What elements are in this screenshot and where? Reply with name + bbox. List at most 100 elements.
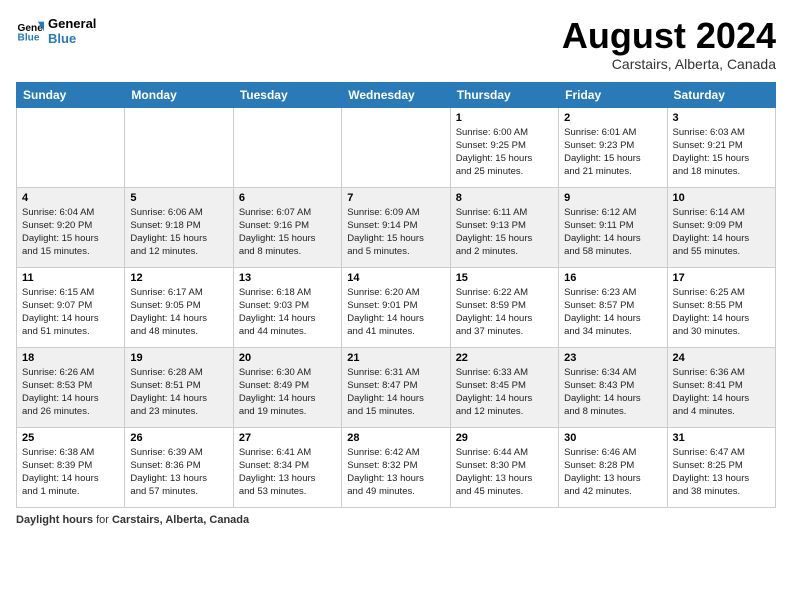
- day-number: 31: [673, 432, 770, 444]
- day-cell: 3 Sunrise: 6:03 AMSunset: 9:21 PMDaylight…: [667, 107, 775, 187]
- calendar-title: August 2024: [562, 16, 776, 56]
- day-info: Sunrise: 6:36 AMSunset: 8:41 PMDaylight:…: [673, 366, 770, 419]
- col-header-wednesday: Wednesday: [342, 82, 450, 107]
- col-header-thursday: Thursday: [450, 82, 558, 107]
- week-row-1: 1Sunrise: 6:00 AMSunset: 9:25 PMDaylight…: [17, 107, 776, 187]
- day-cell: 22 Sunrise: 6:33 AMSunset: 8:45 PMDayligh…: [450, 347, 558, 427]
- logo-text-blue: Blue: [48, 31, 96, 46]
- day-cell: 15 Sunrise: 6:22 AMSunset: 8:59 PMDayligh…: [450, 267, 558, 347]
- day-number: 25: [22, 432, 119, 444]
- day-cell: 21 Sunrise: 6:31 AMSunset: 8:47 PMDayligh…: [342, 347, 450, 427]
- day-number: 23: [564, 352, 661, 364]
- day-number: 13: [239, 272, 336, 284]
- day-number: 26: [130, 432, 227, 444]
- week-row-4: 18 Sunrise: 6:26 AMSunset: 8:53 PMDayligh…: [17, 347, 776, 427]
- day-cell: 30 Sunrise: 6:46 AMSunset: 8:28 PMDayligh…: [559, 427, 667, 507]
- day-number: 19: [130, 352, 227, 364]
- day-info: Sunrise: 6:04 AMSunset: 9:20 PMDaylight:…: [22, 206, 119, 259]
- day-number: 22: [456, 352, 553, 364]
- col-header-monday: Monday: [125, 82, 233, 107]
- day-info: Sunrise: 6:22 AMSunset: 8:59 PMDaylight:…: [456, 286, 553, 339]
- day-info: Sunrise: 6:38 AMSunset: 8:39 PMDaylight:…: [22, 446, 119, 499]
- logo-icon: General Blue: [16, 17, 44, 45]
- svg-text:Blue: Blue: [18, 32, 40, 43]
- day-info: Sunrise: 6:47 AMSunset: 8:25 PMDaylight:…: [673, 446, 770, 499]
- col-header-friday: Friday: [559, 82, 667, 107]
- day-number: 15: [456, 272, 553, 284]
- day-info: Sunrise: 6:11 AMSunset: 9:13 PMDaylight:…: [456, 206, 553, 259]
- day-cell: 24 Sunrise: 6:36 AMSunset: 8:41 PMDayligh…: [667, 347, 775, 427]
- day-info: Sunrise: 6:41 AMSunset: 8:34 PMDaylight:…: [239, 446, 336, 499]
- day-cell: 4 Sunrise: 6:04 AMSunset: 9:20 PMDaylight…: [17, 187, 125, 267]
- day-number: 12: [130, 272, 227, 284]
- footer-label: Daylight hours: [16, 514, 93, 526]
- title-block: August 2024 Carstairs, Alberta, Canada: [562, 16, 776, 72]
- day-number: 5: [130, 192, 227, 204]
- day-info: Sunrise: 6:23 AMSunset: 8:57 PMDaylight:…: [564, 286, 661, 339]
- day-info: Sunrise: 6:20 AMSunset: 9:01 PMDaylight:…: [347, 286, 444, 339]
- day-cell: 13Sunrise: 6:18 AMSunset: 9:03 PMDayligh…: [233, 267, 341, 347]
- day-number: 30: [564, 432, 661, 444]
- day-info: Sunrise: 6:28 AMSunset: 8:51 PMDaylight:…: [130, 366, 227, 419]
- day-cell: 12 Sunrise: 6:17 AMSunset: 9:05 PMDayligh…: [125, 267, 233, 347]
- day-number: 7: [347, 192, 444, 204]
- day-info: Sunrise: 6:12 AMSunset: 9:11 PMDaylight:…: [564, 206, 661, 259]
- day-number: 24: [673, 352, 770, 364]
- day-number: 21: [347, 352, 444, 364]
- day-number: 3: [673, 112, 770, 124]
- logo-text-general: General: [48, 16, 96, 31]
- day-info: Sunrise: 6:17 AMSunset: 9:05 PMDaylight:…: [130, 286, 227, 339]
- day-cell: 23 Sunrise: 6:34 AMSunset: 8:43 PMDayligh…: [559, 347, 667, 427]
- day-info: Sunrise: 6:06 AMSunset: 9:18 PMDaylight:…: [130, 206, 227, 259]
- week-row-2: 4 Sunrise: 6:04 AMSunset: 9:20 PMDaylight…: [17, 187, 776, 267]
- day-cell: 6 Sunrise: 6:07 AMSunset: 9:16 PMDaylight…: [233, 187, 341, 267]
- day-number: 9: [564, 192, 661, 204]
- day-cell: 20Sunrise: 6:30 AMSunset: 8:49 PMDayligh…: [233, 347, 341, 427]
- day-info: Sunrise: 6:14 AMSunset: 9:09 PMDaylight:…: [673, 206, 770, 259]
- day-info: Sunrise: 6:33 AMSunset: 8:45 PMDaylight:…: [456, 366, 553, 419]
- day-cell: 9 Sunrise: 6:12 AMSunset: 9:11 PMDaylight…: [559, 187, 667, 267]
- day-info: Sunrise: 6:46 AMSunset: 8:28 PMDaylight:…: [564, 446, 661, 499]
- col-header-sunday: Sunday: [17, 82, 125, 107]
- day-info: Sunrise: 6:09 AMSunset: 9:14 PMDaylight:…: [347, 206, 444, 259]
- day-number: 4: [22, 192, 119, 204]
- day-number: 8: [456, 192, 553, 204]
- day-info: Sunrise: 6:39 AMSunset: 8:36 PMDaylight:…: [130, 446, 227, 499]
- day-cell: 31 Sunrise: 6:47 AMSunset: 8:25 PMDayligh…: [667, 427, 775, 507]
- day-number: 10: [673, 192, 770, 204]
- day-number: 18: [22, 352, 119, 364]
- day-cell: [125, 107, 233, 187]
- logo: General Blue General Blue: [16, 16, 96, 46]
- day-cell: 17Sunrise: 6:25 AMSunset: 8:55 PMDayligh…: [667, 267, 775, 347]
- calendar-body: 1Sunrise: 6:00 AMSunset: 9:25 PMDaylight…: [17, 107, 776, 507]
- day-cell: 14 Sunrise: 6:20 AMSunset: 9:01 PMDayligh…: [342, 267, 450, 347]
- day-cell: [233, 107, 341, 187]
- day-cell: 18 Sunrise: 6:26 AMSunset: 8:53 PMDayligh…: [17, 347, 125, 427]
- day-info: Sunrise: 6:03 AMSunset: 9:21 PMDaylight:…: [673, 126, 770, 179]
- day-cell: 1Sunrise: 6:00 AMSunset: 9:25 PMDaylight…: [450, 107, 558, 187]
- day-info: Sunrise: 6:34 AMSunset: 8:43 PMDaylight:…: [564, 366, 661, 419]
- day-number: 27: [239, 432, 336, 444]
- day-cell: 28Sunrise: 6:42 AMSunset: 8:32 PMDayligh…: [342, 427, 450, 507]
- day-info: Sunrise: 6:15 AMSunset: 9:07 PMDaylight:…: [22, 286, 119, 339]
- footer-subtitle: Carstairs, Alberta, Canada: [112, 514, 249, 526]
- day-number: 6: [239, 192, 336, 204]
- page-header: General Blue General Blue August 2024 Ca…: [16, 16, 776, 72]
- calendar-header: SundayMondayTuesdayWednesdayThursdayFrid…: [17, 82, 776, 107]
- day-info: Sunrise: 6:07 AMSunset: 9:16 PMDaylight:…: [239, 206, 336, 259]
- day-number: 17: [673, 272, 770, 284]
- day-cell: 16 Sunrise: 6:23 AMSunset: 8:57 PMDayligh…: [559, 267, 667, 347]
- day-info: Sunrise: 6:42 AMSunset: 8:32 PMDaylight:…: [347, 446, 444, 499]
- header-row: SundayMondayTuesdayWednesdayThursdayFrid…: [17, 82, 776, 107]
- day-cell: 7 Sunrise: 6:09 AMSunset: 9:14 PMDaylight…: [342, 187, 450, 267]
- day-info: Sunrise: 6:26 AMSunset: 8:53 PMDaylight:…: [22, 366, 119, 419]
- day-info: Sunrise: 6:00 AMSunset: 9:25 PMDaylight:…: [456, 126, 553, 179]
- day-number: 29: [456, 432, 553, 444]
- calendar-table: SundayMondayTuesdayWednesdayThursdayFrid…: [16, 82, 776, 508]
- location-subtitle: Carstairs, Alberta, Canada: [562, 56, 776, 72]
- day-cell: 11Sunrise: 6:15 AMSunset: 9:07 PMDayligh…: [17, 267, 125, 347]
- day-number: 16: [564, 272, 661, 284]
- day-info: Sunrise: 6:31 AMSunset: 8:47 PMDaylight:…: [347, 366, 444, 419]
- day-number: 14: [347, 272, 444, 284]
- day-cell: 2Sunrise: 6:01 AMSunset: 9:23 PMDaylight…: [559, 107, 667, 187]
